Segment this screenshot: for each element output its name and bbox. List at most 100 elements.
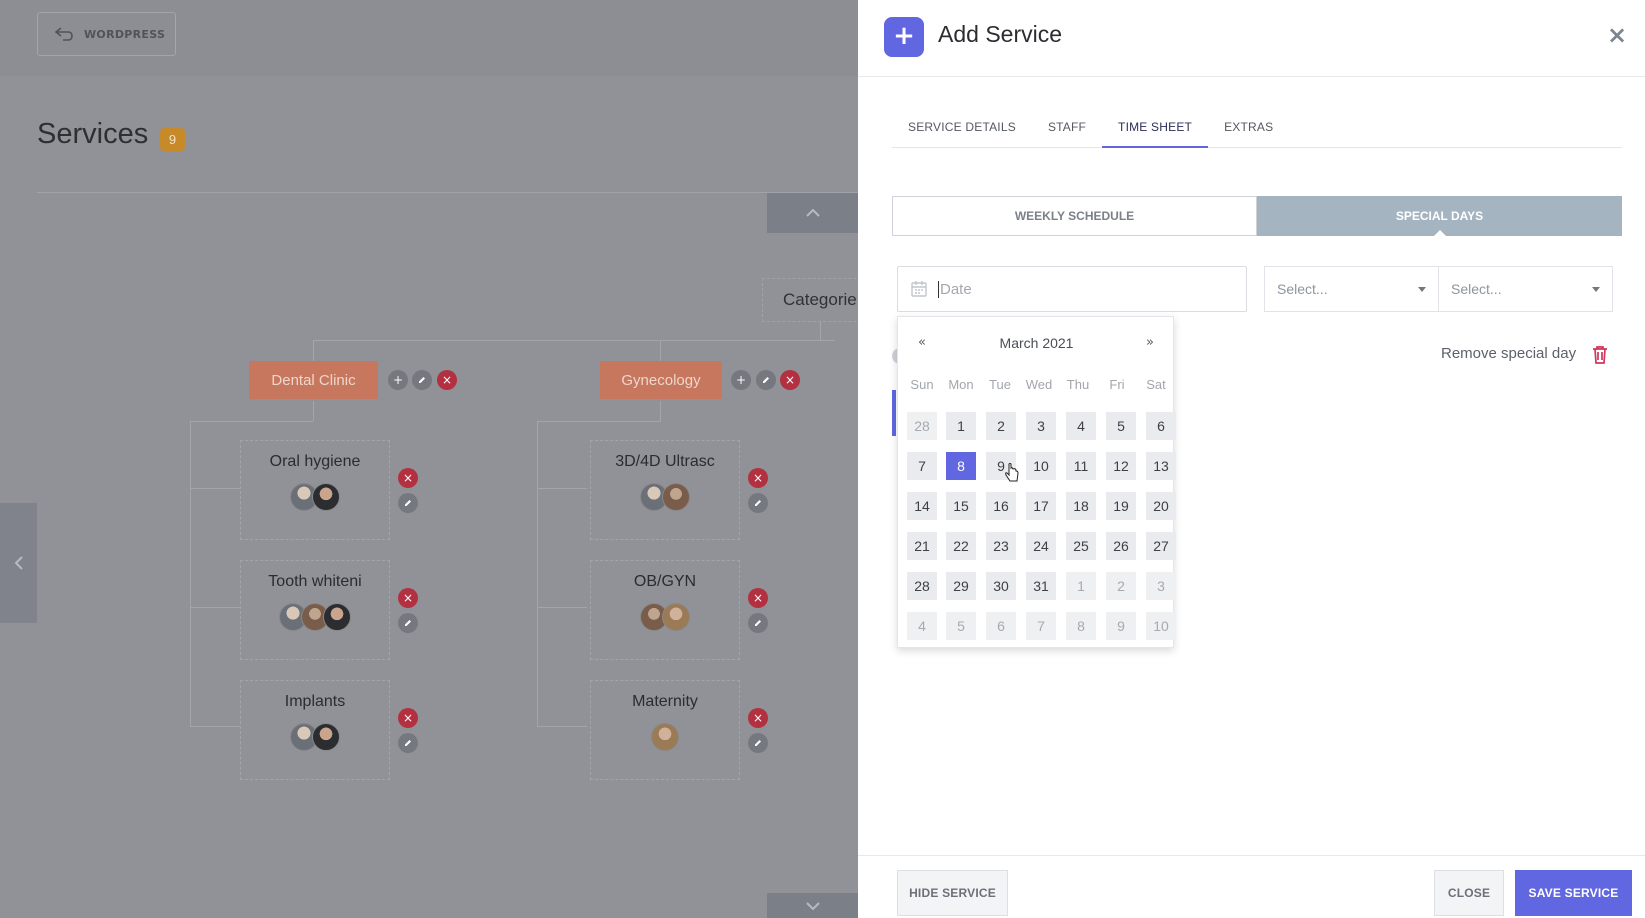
calendar-icon bbox=[911, 281, 927, 297]
calendar-day[interactable]: 10 bbox=[1146, 612, 1176, 640]
weekday-label: Fri bbox=[1109, 377, 1125, 392]
collapse-up-button[interactable] bbox=[767, 193, 858, 233]
delete-icon[interactable]: × bbox=[437, 370, 457, 390]
calendar-day[interactable]: 22 bbox=[946, 532, 976, 560]
calendar-day[interactable]: 4 bbox=[907, 612, 937, 640]
tab-extras[interactable]: EXTRAS bbox=[1208, 112, 1289, 148]
avatar bbox=[323, 603, 351, 631]
calendar-day[interactable]: 4 bbox=[1066, 412, 1096, 440]
tab-staff[interactable]: STAFF bbox=[1032, 112, 1102, 148]
date-field[interactable]: Date bbox=[897, 266, 1247, 312]
calendar-day[interactable]: 19 bbox=[1106, 492, 1136, 520]
calendar-day[interactable]: 20 bbox=[1146, 492, 1176, 520]
service-card[interactable]: Maternity bbox=[590, 680, 740, 780]
tree-line bbox=[660, 401, 661, 421]
categories-node[interactable]: Categorie bbox=[762, 278, 858, 322]
delete-icon[interactable]: × bbox=[748, 468, 768, 488]
edit-icon[interactable] bbox=[748, 733, 768, 753]
calendar-day[interactable]: 17 bbox=[1026, 492, 1056, 520]
save-service-button[interactable]: SAVE SERVICE bbox=[1515, 870, 1632, 916]
tab-service-details[interactable]: SERVICE DETAILS bbox=[892, 112, 1032, 148]
service-card[interactable]: Tooth whiteni bbox=[240, 560, 390, 660]
delete-icon[interactable]: × bbox=[398, 588, 418, 608]
calendar-day[interactable]: 24 bbox=[1026, 532, 1056, 560]
next-month-button[interactable]: » bbox=[1146, 335, 1154, 350]
calendar-day[interactable]: 3 bbox=[1026, 412, 1056, 440]
add-icon[interactable]: + bbox=[731, 370, 751, 390]
edit-icon[interactable] bbox=[398, 493, 418, 513]
staff-avatars bbox=[591, 483, 739, 511]
edit-icon[interactable] bbox=[398, 733, 418, 753]
calendar-day[interactable]: 29 bbox=[946, 572, 976, 600]
calendar-day[interactable]: 30 bbox=[986, 572, 1016, 600]
calendar-day[interactable]: 23 bbox=[986, 532, 1016, 560]
special-days-button[interactable]: SPECIAL DAYS bbox=[1257, 196, 1622, 236]
edit-icon[interactable] bbox=[756, 370, 776, 390]
calendar-day[interactable]: 2 bbox=[1106, 572, 1136, 600]
weekly-schedule-button[interactable]: WEEKLY SCHEDULE bbox=[892, 196, 1257, 236]
close-button[interactable]: CLOSE bbox=[1434, 870, 1504, 916]
calendar-day[interactable]: 8 bbox=[946, 452, 976, 480]
department-dental-clinic[interactable]: Dental Clinic bbox=[249, 361, 378, 399]
calendar-day[interactable]: 31 bbox=[1026, 572, 1056, 600]
delete-icon[interactable]: × bbox=[398, 708, 418, 728]
edit-icon[interactable] bbox=[412, 370, 432, 390]
sidebar-toggle-button[interactable] bbox=[0, 503, 37, 623]
calendar-day[interactable]: 16 bbox=[986, 492, 1016, 520]
calendar-day[interactable]: 2 bbox=[986, 412, 1016, 440]
back-arrow-icon bbox=[54, 27, 73, 41]
hide-service-button[interactable]: HIDE SERVICE bbox=[897, 870, 1008, 916]
calendar-day[interactable]: 15 bbox=[946, 492, 976, 520]
add-service-drawer: + Add Service × SERVICE DETAILS STAFF TI… bbox=[858, 0, 1645, 918]
calendar-day[interactable]: 28 bbox=[907, 412, 937, 440]
trash-icon[interactable] bbox=[1591, 345, 1609, 365]
start-time-select[interactable]: Select... bbox=[1264, 266, 1439, 312]
calendar-day[interactable]: 8 bbox=[1066, 612, 1096, 640]
calendar-day[interactable]: 1 bbox=[946, 412, 976, 440]
edit-icon[interactable] bbox=[748, 493, 768, 513]
calendar-day[interactable]: 7 bbox=[1026, 612, 1056, 640]
service-card[interactable]: Oral hygiene bbox=[240, 440, 390, 540]
department-gynecology[interactable]: Gynecology bbox=[600, 361, 722, 399]
calendar-day[interactable]: 3 bbox=[1146, 572, 1176, 600]
end-time-select[interactable]: Select... bbox=[1438, 266, 1613, 312]
calendar-day[interactable]: 10 bbox=[1026, 452, 1056, 480]
delete-icon[interactable]: × bbox=[748, 588, 768, 608]
collapse-down-button[interactable] bbox=[767, 893, 858, 918]
remove-special-day-link[interactable]: Remove special day bbox=[1441, 345, 1576, 362]
calendar-day[interactable]: 21 bbox=[907, 532, 937, 560]
calendar-day[interactable]: 27 bbox=[1146, 532, 1176, 560]
delete-icon[interactable]: × bbox=[780, 370, 800, 390]
calendar-day[interactable]: 28 bbox=[907, 572, 937, 600]
service-card[interactable]: OB/GYN bbox=[590, 560, 740, 660]
calendar-day[interactable]: 14 bbox=[907, 492, 937, 520]
calendar-month-label[interactable]: March 2021 bbox=[898, 335, 1175, 351]
calendar-day[interactable]: 7 bbox=[907, 452, 937, 480]
calendar-day[interactable]: 11 bbox=[1066, 452, 1096, 480]
add-icon[interactable]: + bbox=[388, 370, 408, 390]
calendar-day[interactable]: 6 bbox=[1146, 412, 1176, 440]
calendar-day[interactable]: 5 bbox=[946, 612, 976, 640]
calendar-day[interactable]: 5 bbox=[1106, 412, 1136, 440]
delete-icon[interactable]: × bbox=[748, 708, 768, 728]
weekday-label: Thu bbox=[1066, 377, 1090, 392]
service-card[interactable]: Implants bbox=[240, 680, 390, 780]
edit-icon[interactable] bbox=[398, 613, 418, 633]
service-name: OB/GYN bbox=[633, 573, 697, 590]
calendar-day[interactable]: 1 bbox=[1066, 572, 1096, 600]
service-card[interactable]: 3D/4D Ultrasc bbox=[590, 440, 740, 540]
calendar-day[interactable]: 25 bbox=[1066, 532, 1096, 560]
calendar-day[interactable]: 6 bbox=[986, 612, 1016, 640]
calendar-day[interactable]: 13 bbox=[1146, 452, 1176, 480]
edit-icon[interactable] bbox=[748, 613, 768, 633]
drawer-footer: HIDE SERVICE CLOSE SAVE SERVICE bbox=[858, 855, 1645, 918]
calendar-day[interactable]: 18 bbox=[1066, 492, 1096, 520]
calendar-day[interactable]: 26 bbox=[1106, 532, 1136, 560]
chevron-up-icon bbox=[805, 208, 820, 217]
calendar-day[interactable]: 9 bbox=[1106, 612, 1136, 640]
close-icon[interactable]: × bbox=[1606, 23, 1628, 47]
wordpress-back-button[interactable]: WORDPRESS bbox=[37, 12, 176, 56]
tab-time-sheet[interactable]: TIME SHEET bbox=[1102, 112, 1209, 148]
delete-icon[interactable]: × bbox=[398, 468, 418, 488]
calendar-day[interactable]: 12 bbox=[1106, 452, 1136, 480]
